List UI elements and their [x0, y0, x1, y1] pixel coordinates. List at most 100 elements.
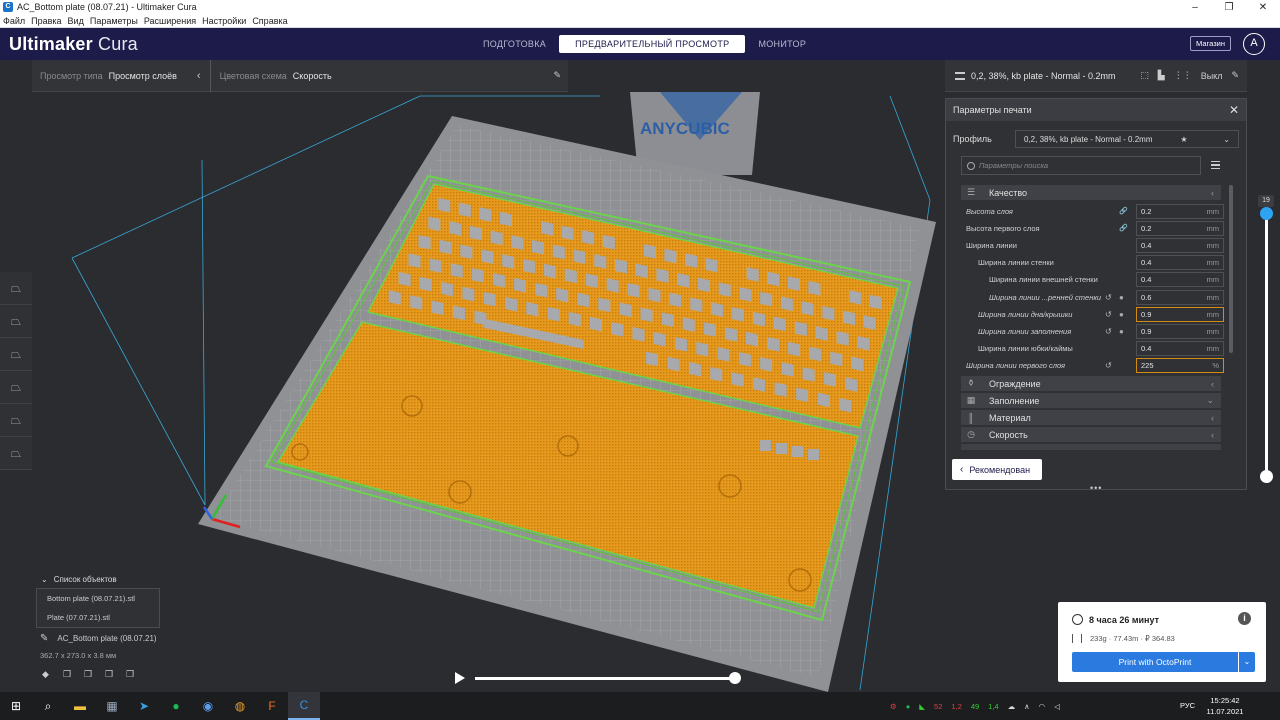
chevron-left-icon[interactable]: ‹ [197, 70, 201, 82]
resize-handle[interactable]: ••• [1090, 483, 1102, 493]
cube-front-icon[interactable]: ❒ [63, 669, 75, 679]
pencil-icon[interactable]: ✎ [553, 70, 561, 81]
profile-dropdown[interactable]: 0,2, 38%, kb plate - Normal - 0.2mm ★ ⌄ [1015, 130, 1239, 148]
print-setup-summary[interactable]: 0,2, 38%, kb plate - Normal - 0.2mm [971, 71, 1116, 81]
menu-view[interactable]: Вид [68, 16, 84, 26]
tray-arrow-icon[interactable]: ∧ [1024, 702, 1030, 711]
view-left-icon[interactable]: ⏢ [0, 371, 32, 404]
file-explorer-icon[interactable]: ▬ [64, 692, 96, 720]
menu-settings[interactable]: Параметры [90, 16, 138, 26]
setting-input[interactable]: 0.4 mm [1136, 272, 1224, 288]
clock[interactable]: 15:25:42 11.07.2021 [1200, 695, 1250, 717]
minimize-icon[interactable]: – [1178, 2, 1212, 13]
reset-icon[interactable]: ↺ [1105, 361, 1112, 370]
setting-input[interactable]: 0.9 mm [1136, 323, 1224, 339]
color-scheme-dropdown[interactable]: Скорость [293, 71, 332, 81]
setting-label: Ширина линии [966, 240, 1017, 250]
cube-icon[interactable]: ◆ [42, 669, 54, 679]
view-type-dropdown[interactable]: Просмотр слоёв [109, 71, 177, 81]
info-icon[interactable]: ● [1119, 293, 1124, 302]
calculator-icon[interactable]: ▦ [96, 692, 128, 720]
category-infill[interactable]: ▦ Заполнение ⌄ [961, 393, 1221, 408]
cube-left-icon[interactable]: ❒ [105, 669, 117, 679]
category-material[interactable]: ║ Материал ‹ [961, 410, 1221, 425]
menu-extensions[interactable]: Расширения [144, 16, 196, 26]
reset-icon[interactable]: ↺ [1105, 293, 1112, 302]
setting-input[interactable]: 0.4 mm [1136, 341, 1224, 357]
key-hole [767, 271, 780, 287]
setting-input[interactable]: 0.4 mm [1136, 237, 1224, 253]
print-with-octoprint-button[interactable]: Print with OctoPrint [1072, 652, 1238, 672]
chat-icon[interactable]: ◉ [192, 692, 224, 720]
maximize-icon[interactable]: ❐ [1212, 2, 1246, 13]
search-icon[interactable]: ⌕ [32, 692, 64, 720]
language-indicator[interactable]: РУС [1180, 701, 1195, 710]
menu-help[interactable]: Справка [252, 16, 287, 26]
setting-input[interactable]: 0.2 mm [1136, 203, 1224, 219]
info-icon[interactable]: i [1238, 612, 1251, 625]
layer-slider-track[interactable] [1265, 208, 1268, 480]
windows-start-icon[interactable]: ⊞ [0, 692, 32, 720]
chevron-down-icon[interactable]: ⌄ [1239, 652, 1255, 672]
tab-prepare[interactable]: ПОДГОТОВКА [470, 35, 559, 53]
tray-wifi-icon[interactable]: ◠ [1039, 702, 1046, 711]
print-setup-header[interactable]: 0,2, 38%, kb plate - Normal - 0.2mm ⬚ ▙ … [945, 60, 1247, 92]
view-right-icon[interactable]: ⏢ [0, 404, 32, 437]
settings-scrollbar[interactable] [1229, 185, 1233, 353]
key-hole [543, 263, 556, 279]
spotify-icon[interactable]: ● [160, 692, 192, 720]
setting-input[interactable]: 0.9 mm [1136, 306, 1224, 322]
fusion-icon[interactable]: F [256, 692, 288, 720]
info-icon[interactable]: ● [1119, 310, 1124, 319]
marketplace-button[interactable]: Магазин [1190, 36, 1231, 51]
settings-search-input[interactable]: Параметры поиска [961, 156, 1201, 175]
setting-input[interactable]: 0.6 mm [1136, 289, 1224, 305]
cube-top-icon[interactable]: ❒ [84, 669, 96, 679]
cura-taskbar-icon[interactable]: C [288, 692, 320, 720]
settings-visibility-menu-icon[interactable] [1211, 161, 1220, 169]
tab-monitor[interactable]: МОНИТОР [745, 35, 819, 53]
tray-spotify-icon[interactable]: ● [906, 702, 911, 711]
tray-cloud-icon[interactable]: ☁ [1008, 702, 1016, 711]
category-quality[interactable]: ☰ Качество ‹ [961, 185, 1221, 200]
category-speed[interactable]: ◷ Скорость ‹ [961, 427, 1221, 442]
star-icon[interactable]: ★ [1180, 135, 1187, 144]
play-icon[interactable] [455, 672, 465, 684]
key-hole [410, 295, 423, 310]
close-window-icon[interactable]: ✕ [1246, 2, 1280, 13]
simulation-track[interactable] [475, 677, 735, 680]
chrome-icon[interactable]: ◍ [224, 692, 256, 720]
view-per-model-icon[interactable]: ⏢ [0, 437, 32, 470]
info-icon[interactable]: ● [1119, 327, 1124, 336]
layer-slider-bottom-handle[interactable] [1260, 470, 1273, 483]
menu-edit[interactable]: Правка [31, 16, 61, 26]
tab-preview[interactable]: ПРЕДВАРИТЕЛЬНЫЙ ПРОСМОТР [559, 35, 746, 53]
pencil-icon[interactable]: ✎ [1231, 70, 1239, 81]
reset-icon[interactable]: ↺ [1105, 310, 1112, 319]
pencil-icon[interactable]: ✎ [40, 633, 48, 644]
view-top-icon[interactable]: ⏢ [0, 338, 32, 371]
link-icon[interactable]: 🔗 [1119, 224, 1128, 232]
setting-input[interactable]: 0.2 mm [1136, 220, 1224, 236]
tray-app-icon[interactable]: ⚙ [890, 702, 897, 711]
account-avatar[interactable]: A [1243, 33, 1265, 55]
category-adhesion[interactable]: ⚱ Ограждение ‹ [961, 376, 1221, 391]
recommended-button[interactable]: ‹ Рекомендован [952, 459, 1042, 480]
list-item[interactable]: Plate (07.07.21).stl [37, 608, 159, 627]
menu-preferences[interactable]: Настройки [202, 16, 246, 26]
setting-input[interactable]: 225% [1136, 358, 1224, 374]
menu-file[interactable]: Файл [3, 16, 25, 26]
setting-input[interactable]: 0.4 mm [1136, 255, 1224, 271]
cube-right-icon[interactable]: ❒ [126, 669, 138, 679]
list-item[interactable]: Bottom plate (08.07.21).stl [37, 589, 159, 608]
view-front-icon[interactable]: ⏢ [0, 305, 32, 338]
link-icon[interactable]: 🔗 [1119, 207, 1128, 215]
reset-icon[interactable]: ↺ [1105, 327, 1112, 336]
simulation-handle[interactable] [729, 672, 741, 684]
view-3d-icon[interactable]: ⏢ [0, 272, 32, 305]
object-list-toggle[interactable]: ⌄ Список объектов [36, 572, 196, 586]
tray-volume-icon[interactable]: ◁ [1054, 702, 1060, 711]
close-icon[interactable]: ✕ [1229, 103, 1239, 117]
telegram-icon[interactable]: ➤ [128, 692, 160, 720]
tray-nvidia-icon[interactable]: ◣ [919, 702, 925, 711]
